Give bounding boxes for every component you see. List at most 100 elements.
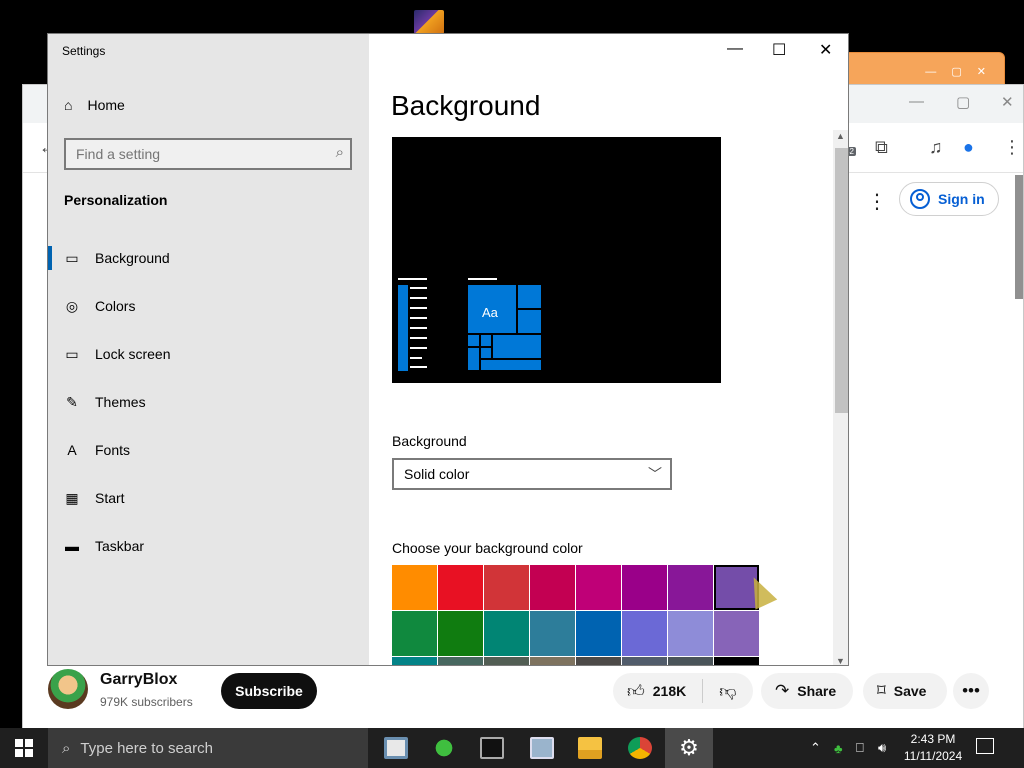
find-setting-search[interactable]: ⌕ — [64, 138, 352, 170]
fonts-icon: A — [67, 442, 77, 458]
color-swatch[interactable] — [714, 611, 759, 656]
sidebar-item-lock-screen[interactable]: ▭ Lock screen — [48, 330, 369, 378]
channel-avatar[interactable] — [48, 669, 88, 709]
taskbar-app-terminal[interactable] — [468, 728, 516, 768]
color-swatch[interactable] — [438, 657, 483, 665]
scroll-up-arrow-icon[interactable]: ▲ — [836, 131, 845, 141]
color-swatch[interactable] — [484, 657, 529, 665]
terminal-icon — [480, 737, 504, 759]
windows-logo-icon — [15, 739, 33, 757]
sign-in-button[interactable]: Sign in — [899, 182, 999, 216]
taskbar-app-people[interactable] — [420, 728, 468, 768]
find-setting-input[interactable] — [76, 145, 316, 163]
browser-maximize-button[interactable]: ▢ — [956, 93, 970, 111]
color-swatch[interactable] — [438, 611, 483, 656]
sidebar-item-start[interactable]: ▦ Start — [48, 474, 369, 522]
color-swatch[interactable] — [392, 565, 437, 610]
color-swatch[interactable] — [576, 657, 621, 665]
taskbar-app-window[interactable] — [372, 728, 420, 768]
color-swatch[interactable] — [576, 565, 621, 610]
preview-line — [410, 307, 427, 309]
gear-icon: ⚙ — [679, 735, 699, 760]
page-title: Background — [391, 90, 541, 121]
color-swatch[interactable] — [530, 657, 575, 665]
taskbar-clock[interactable]: 2:43 PM 11/11/2024 — [896, 731, 970, 765]
preview-tile — [517, 284, 542, 309]
color-swatch[interactable] — [668, 611, 713, 656]
color-swatch[interactable] — [668, 657, 713, 665]
preview-tile — [517, 309, 542, 334]
taskbar-search[interactable]: ⌕ Type here to search — [48, 728, 368, 768]
color-swatch[interactable] — [576, 611, 621, 656]
color-swatch[interactable] — [622, 657, 667, 665]
monitor-icon — [530, 737, 554, 759]
save-button[interactable]: ⌑ Save — [863, 673, 947, 709]
tray-chevron-up-icon[interactable]: ⌃ — [810, 728, 821, 768]
browser-close-button[interactable]: ✕ — [1001, 93, 1014, 111]
scroll-down-arrow-icon[interactable]: ▼ — [836, 656, 845, 665]
background-type-select[interactable]: Solid color ﹀ — [392, 458, 672, 490]
color-swatch[interactable] — [530, 611, 575, 656]
color-swatch[interactable] — [714, 657, 759, 665]
taskbar-app-explorer[interactable] — [566, 728, 614, 768]
background-preview: Aa — [392, 137, 721, 383]
color-swatch[interactable] — [484, 565, 529, 610]
color-swatch[interactable] — [484, 611, 529, 656]
preview-start-column — [398, 285, 408, 371]
tray-volume-icon[interactable]: 🔊︎ — [878, 728, 886, 768]
browser-scrollbar[interactable] — [1015, 175, 1023, 299]
color-swatch[interactable] — [392, 611, 437, 656]
sidebar-item-fonts[interactable]: A Fonts — [48, 426, 369, 474]
taskbar-app-monitor[interactable] — [518, 728, 566, 768]
like-separator — [702, 679, 704, 703]
nav-home[interactable]: ⌂ Home — [64, 97, 125, 113]
chevron-down-icon: ﹀ — [648, 466, 662, 482]
browser-minimize-button[interactable]: — — [909, 93, 924, 110]
thumbs-up-icon[interactable]: 👍︎ — [627, 681, 645, 702]
color-swatch[interactable] — [622, 611, 667, 656]
sidebar-item-taskbar[interactable]: ▬ Taskbar — [48, 522, 369, 570]
search-icon[interactable]: ⌕ — [336, 144, 344, 161]
orange-window-controls[interactable]: — ▢ ✕ — [925, 65, 992, 78]
settings-scrollbar[interactable]: ▲ ▼ — [833, 130, 848, 665]
search-icon: ⌕ — [62, 739, 71, 757]
settings-minimize-button[interactable]: — — [727, 40, 743, 58]
profile-icon[interactable]: ● — [963, 137, 974, 158]
like-count[interactable]: 218K — [653, 683, 686, 699]
preview-line — [410, 366, 427, 368]
notification-center-icon[interactable] — [976, 738, 994, 754]
start-button[interactable] — [0, 728, 48, 768]
tray-network-icon[interactable]: ⎕ — [856, 728, 864, 768]
tray-people-icon[interactable]: ♣ — [834, 728, 843, 768]
color-swatch[interactable] — [668, 565, 713, 610]
background-orange-window[interactable]: — ▢ ✕ — [830, 52, 1005, 86]
thumbs-down-icon[interactable]: 👎︎ — [719, 681, 736, 702]
more-actions-button[interactable]: ••• — [953, 673, 989, 709]
sidebar-item-label: Start — [95, 490, 125, 506]
sidebar-item-colors[interactable]: ◎ Colors — [48, 282, 369, 330]
taskbar-app-chrome[interactable] — [616, 728, 664, 768]
themes-icon: ✎ — [66, 393, 78, 410]
color-swatch[interactable] — [438, 565, 483, 610]
browser-menu-icon[interactable]: ⋮ — [1003, 137, 1021, 158]
scrollbar-thumb[interactable] — [835, 148, 848, 413]
sidebar-item-themes[interactable]: ✎ Themes — [48, 378, 369, 426]
settings-window[interactable]: Settings ⌂ Home ⌕ Personalization ▭ Backg… — [47, 33, 849, 666]
color-swatch[interactable] — [530, 565, 575, 610]
sidebar-item-background[interactable]: ▭ Background — [48, 234, 369, 282]
settings-maximize-button[interactable]: ☐ — [772, 40, 786, 60]
preview-tile — [480, 359, 542, 371]
taskbar-search-placeholder: Type here to search — [80, 739, 213, 757]
taskbar-app-settings[interactable]: ⚙ — [665, 728, 713, 768]
media-control-icon[interactable]: ♫ — [929, 137, 943, 158]
extensions-puzzle-icon[interactable]: ⧉ — [875, 137, 888, 158]
color-swatch[interactable] — [622, 565, 667, 610]
youtube-more-icon[interactable]: ⋮ — [867, 189, 887, 214]
preview-tile — [480, 347, 492, 359]
channel-name[interactable]: GarryBlox — [100, 671, 177, 689]
desktop-app-icon[interactable] — [414, 10, 444, 34]
settings-close-button[interactable]: ✕ — [819, 40, 832, 60]
color-swatch[interactable] — [392, 657, 437, 665]
subscribe-button[interactable]: Subscribe — [221, 673, 317, 709]
share-button[interactable]: ↷ Share — [761, 673, 853, 709]
